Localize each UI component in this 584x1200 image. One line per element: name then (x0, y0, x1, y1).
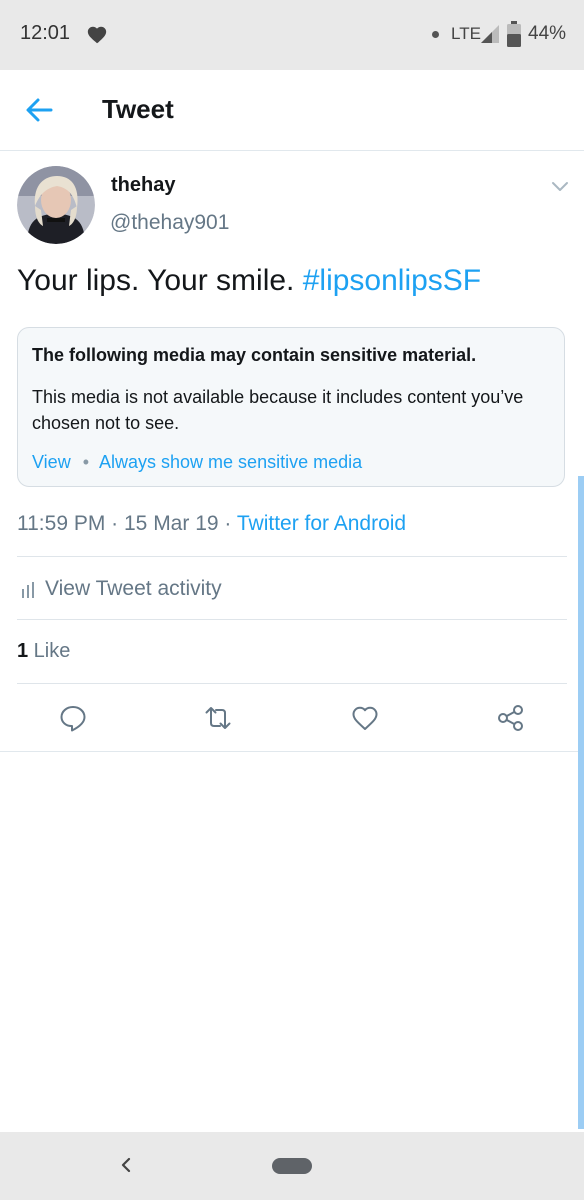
system-nav-bar (0, 1132, 584, 1200)
hashtag-link[interactable]: #lipsonlipsSF (303, 264, 481, 297)
meta-separator: · (105, 512, 124, 535)
retweet-icon[interactable] (203, 703, 233, 733)
nav-back-icon[interactable] (116, 1154, 136, 1176)
signal-icon (481, 25, 499, 43)
divider (17, 683, 567, 684)
view-tweet-activity-label: View Tweet activity (45, 577, 222, 600)
scrollbar[interactable] (578, 476, 584, 1129)
tweet-detail-screen: 12:01 LTE 44% Tweet thehay @thehay901 Yo… (0, 0, 584, 1200)
reply-icon[interactable] (58, 703, 88, 733)
tweet-bottom-border (0, 751, 584, 752)
bar-chart-icon (22, 582, 34, 598)
page-title: Tweet (102, 94, 174, 124)
nav-home-pill[interactable] (272, 1158, 312, 1174)
chevron-down-icon[interactable] (548, 176, 572, 196)
network-type: LTE (451, 24, 481, 43)
tweet-date: 15 Mar 19 (124, 512, 219, 535)
heart-icon (87, 26, 107, 44)
share-icon[interactable] (496, 703, 526, 733)
status-time: 12:01 (20, 22, 71, 44)
divider (17, 556, 567, 557)
tweet-timestamp: 11:59 PM · 15 Mar 19 · Twitter for Andro… (17, 512, 406, 536)
battery-icon (507, 21, 521, 47)
view-tweet-activity-button[interactable]: View Tweet activity (17, 560, 567, 618)
sensitive-media-card: The following media may contain sensitiv… (17, 327, 565, 487)
tweet-text-body: Your lips. Your smile. (17, 264, 303, 297)
user-name[interactable]: thehay (111, 174, 175, 197)
sensitive-media-actions: View • Always show me sensitive media (32, 452, 362, 473)
view-media-link[interactable]: View (32, 452, 71, 472)
divider (17, 619, 567, 620)
tweet-time: 11:59 PM (17, 512, 106, 535)
tweet-source-link[interactable]: Twitter for Android (237, 512, 406, 535)
notification-dot (432, 31, 439, 38)
sensitive-media-title: The following media may contain sensitiv… (32, 345, 477, 365)
always-show-sensitive-link[interactable]: Always show me sensitive media (99, 452, 362, 472)
tweet-text: Your lips. Your smile. #lipsonlipsSF (17, 264, 481, 298)
avatar[interactable] (17, 166, 95, 244)
battery-percent: 44% (528, 23, 567, 44)
status-bar: 12:01 LTE 44% (0, 0, 584, 70)
user-handle[interactable]: @thehay901 (110, 211, 229, 235)
likes-label: Like (28, 640, 71, 662)
separator-dot: • (82, 452, 90, 472)
like-icon[interactable] (350, 703, 380, 733)
sensitive-media-description: This media is not available because it i… (32, 387, 524, 433)
likes-count: 1 (17, 640, 29, 662)
meta-separator: · (218, 512, 237, 535)
back-arrow-icon[interactable] (20, 92, 58, 128)
app-header: Tweet (0, 70, 584, 151)
likes-count-row[interactable]: 1 Like (17, 640, 70, 663)
